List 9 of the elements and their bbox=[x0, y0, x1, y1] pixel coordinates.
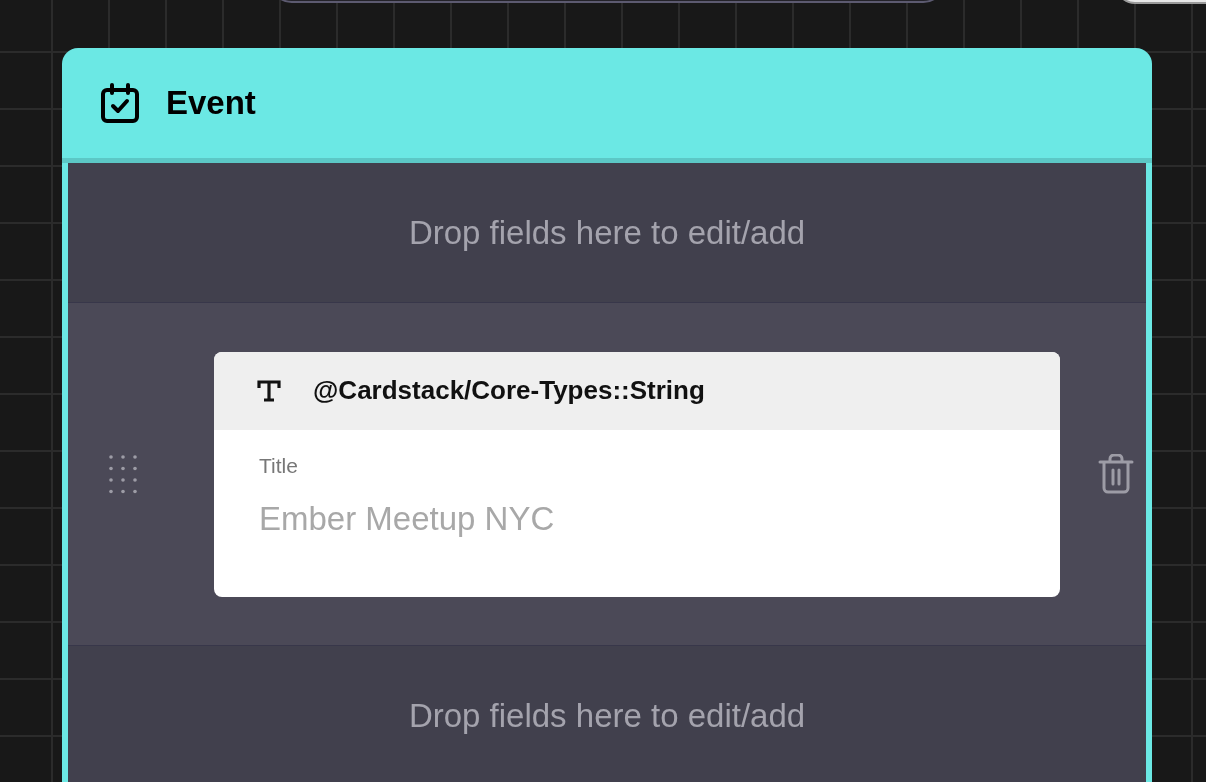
calendar-check-icon bbox=[100, 83, 140, 123]
text-type-icon bbox=[257, 379, 281, 402]
drop-zone[interactable]: Drop fields here to edit/add bbox=[68, 646, 1146, 782]
drag-handle-icon[interactable] bbox=[108, 454, 138, 494]
input-field[interactable]: Ember Meetup NYC bbox=[259, 499, 959, 538]
trash-icon[interactable] bbox=[1098, 454, 1134, 494]
field-type-label: @Cardstack/Core-Types::String bbox=[313, 375, 705, 406]
field-label: Title bbox=[259, 453, 299, 478]
card-title: Event bbox=[166, 84, 256, 122]
